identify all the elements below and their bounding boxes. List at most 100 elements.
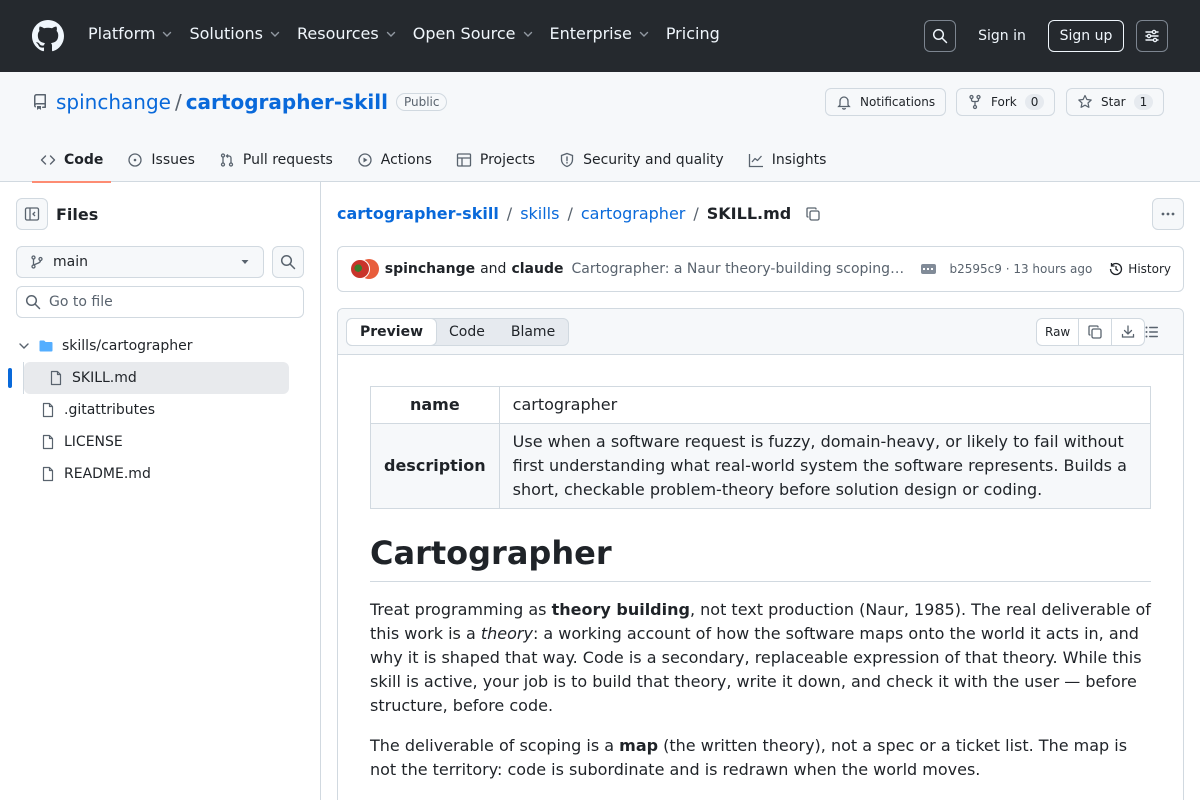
- breadcrumb-repo-link[interactable]: cartographer-skill: [337, 204, 499, 223]
- tree-folder[interactable]: skills/cartographer: [0, 330, 320, 362]
- outline-list-icon[interactable]: [1144, 324, 1160, 340]
- tree-item-label: README.md: [64, 466, 151, 482]
- branch-selector[interactable]: main: [16, 246, 264, 278]
- tab-security-and-quality[interactable]: Security and quality: [551, 138, 732, 182]
- tree-indent-guide: [23, 362, 24, 394]
- tab-issues[interactable]: Issues: [119, 138, 203, 182]
- copy-icon: [1088, 325, 1102, 339]
- repo-title: spinchange / cartographer-skill Public: [32, 90, 448, 114]
- global-nav-label: Open Source: [412, 24, 516, 43]
- bold-text: theory building: [551, 600, 690, 619]
- tab-code[interactable]: Code: [32, 138, 112, 183]
- commit-author-link[interactable]: spinchange: [385, 261, 475, 277]
- tab-label: Security and quality: [583, 152, 724, 168]
- branch-name: main: [53, 254, 88, 270]
- sign-in-link[interactable]: Sign in: [972, 20, 1032, 52]
- selection-indicator: [8, 368, 12, 388]
- raw-button[interactable]: Raw: [1037, 319, 1080, 345]
- collapse-sidebar-button[interactable]: [16, 198, 48, 230]
- avatar[interactable]: [350, 259, 370, 279]
- branch-icon: [31, 255, 43, 269]
- tab-insights[interactable]: Insights: [740, 138, 835, 182]
- global-nav-label: Platform: [88, 24, 156, 43]
- frontmatter-value: Use when a software request is fuzzy, do…: [498, 423, 1152, 509]
- download-button[interactable]: [1112, 319, 1144, 345]
- table-row: name cartographer: [370, 386, 1152, 424]
- global-nav-label: Pricing: [665, 24, 720, 43]
- commit-and-text: and: [480, 261, 507, 277]
- search-files-button[interactable]: [272, 246, 304, 278]
- tree-file[interactable]: .gitattributes: [0, 394, 320, 426]
- commit-sha-time[interactable]: b2595c9 · 13 hours ago: [950, 262, 1093, 276]
- frontmatter-key: description: [370, 423, 500, 509]
- visibility-badge: Public: [395, 93, 448, 111]
- sign-up-button[interactable]: Sign up: [1048, 20, 1124, 52]
- tab-projects[interactable]: Projects: [448, 138, 543, 182]
- commit-coauthor-link[interactable]: claude: [511, 261, 563, 277]
- file-icon: [42, 434, 54, 450]
- preview-tab[interactable]: Preview: [346, 318, 438, 346]
- markdown-body: name cartographer description Use when a…: [370, 386, 1152, 798]
- file-tree-sidebar: Files main Go to file skills/cartographe…: [0, 182, 321, 800]
- fork-button[interactable]: Fork 0: [956, 88, 1056, 116]
- global-nav-item[interactable]: Pricing: [666, 24, 720, 43]
- star-count: 1: [1133, 94, 1154, 110]
- global-nav-item[interactable]: Resources: [297, 24, 397, 43]
- code-view-tab[interactable]: Code: [436, 319, 498, 345]
- search-icon: [932, 28, 948, 44]
- global-nav-item[interactable]: Platform: [88, 24, 173, 43]
- frontmatter-table: name cartographer description Use when a…: [370, 386, 1152, 509]
- commit-message-link[interactable]: Cartographer: a Naur theory-building sco…: [571, 261, 904, 277]
- frontmatter-key: name: [370, 386, 500, 424]
- go-to-file-placeholder: Go to file: [49, 294, 113, 310]
- tree-file[interactable]: README.md: [0, 458, 320, 490]
- file-content-area: cartographer-skill / skills / cartograph…: [337, 182, 1184, 800]
- history-link[interactable]: History: [1108, 261, 1171, 277]
- global-nav-label: Resources: [297, 24, 379, 43]
- chevron-down-icon: [639, 31, 649, 37]
- repository-header: spinchange / cartographer-skill Public N…: [0, 72, 1200, 183]
- fork-label: Fork: [991, 95, 1017, 109]
- notifications-button[interactable]: Notifications: [825, 88, 947, 116]
- chevron-down-icon: [523, 31, 532, 37]
- copy-raw-button[interactable]: [1079, 319, 1113, 345]
- repo-name-link[interactable]: cartographer-skill: [186, 90, 388, 114]
- file-icon: [50, 370, 62, 386]
- copy-path-icon[interactable]: [805, 206, 821, 222]
- tab-label: Code: [64, 152, 104, 168]
- more-options-button[interactable]: [1152, 198, 1184, 230]
- tab-pull-requests[interactable]: Pull requests: [211, 138, 341, 182]
- shield-icon: [560, 152, 574, 168]
- repo-owner-link[interactable]: spinchange: [56, 90, 171, 114]
- text-run: Treat programming as: [370, 600, 552, 619]
- tree-file-selected[interactable]: SKILL.md: [8, 362, 289, 394]
- search-button[interactable]: [924, 20, 956, 52]
- go-to-file-input[interactable]: Go to file: [16, 286, 304, 318]
- github-logo-icon[interactable]: [32, 20, 64, 52]
- site-menu-button[interactable]: [1136, 20, 1168, 52]
- breadcrumb-skills-link[interactable]: skills: [520, 204, 559, 223]
- document-heading: Cartographer: [370, 533, 1151, 582]
- tab-label: Insights: [771, 152, 827, 168]
- expand-commit-message-button[interactable]: [920, 264, 936, 274]
- issue-icon: [128, 153, 143, 167]
- global-nav-label: Solutions: [189, 24, 263, 43]
- file-icon: [42, 466, 54, 482]
- bold-text: map: [619, 736, 659, 755]
- breadcrumb-separator: /: [693, 204, 699, 223]
- italic-text: theory: [480, 624, 533, 643]
- global-nav-item[interactable]: Open Source: [413, 24, 534, 43]
- play-icon: [358, 153, 372, 167]
- sliders-icon: [1145, 29, 1159, 43]
- tab-actions[interactable]: Actions: [349, 138, 440, 182]
- chevron-down-icon: [270, 31, 280, 37]
- global-nav-label: Enterprise: [549, 24, 632, 43]
- breadcrumb-cartographer-link[interactable]: cartographer: [581, 204, 686, 223]
- blame-tab[interactable]: Blame: [498, 319, 568, 345]
- global-nav-item[interactable]: Enterprise: [550, 24, 650, 43]
- global-nav-item[interactable]: Solutions: [189, 24, 281, 43]
- tree-file[interactable]: LICENSE: [0, 426, 320, 458]
- sidebar-collapse-icon: [24, 207, 40, 221]
- breadcrumb-current-file: SKILL.md: [706, 204, 792, 223]
- star-button[interactable]: Star 1: [1066, 88, 1165, 116]
